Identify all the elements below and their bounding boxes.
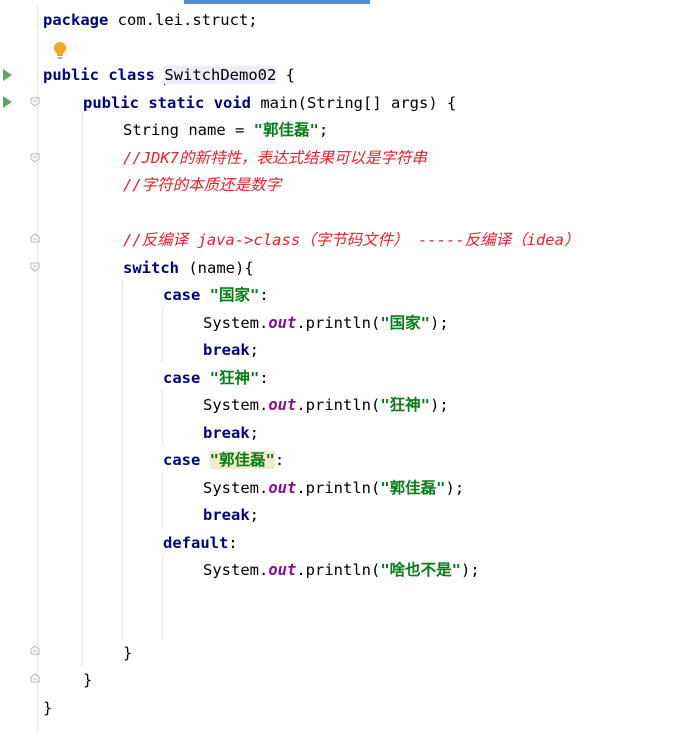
keyword: public (43, 66, 99, 84)
string-literal: "啥也不是" (380, 561, 461, 579)
code-line-println[interactable]: System.out.println("国家"); (203, 310, 449, 336)
code-comment[interactable]: //字符的本质还是数字 (123, 172, 281, 198)
call-end: ); (430, 314, 449, 332)
indent-guide (162, 555, 163, 640)
code-line-break[interactable]: break; (203, 420, 259, 446)
code-line-break[interactable]: break; (203, 502, 259, 528)
code-line-break[interactable]: break; (203, 337, 259, 363)
code-line-class-decl[interactable]: public class SwitchDemo02 { (43, 62, 295, 88)
keyword: case (163, 369, 201, 387)
method-call: .println( (296, 396, 381, 414)
indent-guide (162, 390, 163, 445)
lightbulb-icon[interactable] (53, 41, 67, 61)
switch-expression: (name){ (179, 259, 254, 277)
call-end: ); (461, 561, 480, 579)
keyword: default (163, 534, 229, 552)
fold-marker-icon[interactable] (30, 673, 40, 683)
code-line-println[interactable]: System.out.println("郭佳磊"); (203, 475, 464, 501)
string-literal: "狂神" (209, 369, 260, 387)
string-literal: "郭佳磊" (380, 479, 446, 497)
closing-brace[interactable]: } (123, 640, 132, 666)
code-line-package[interactable]: package com.lei.struct; (43, 7, 258, 33)
editor-gutter[interactable] (0, 4, 38, 734)
keyword: package (43, 11, 109, 29)
fold-marker-icon[interactable] (30, 262, 40, 272)
colon: : (274, 451, 285, 469)
colon: : (228, 534, 238, 552)
code-line-switch[interactable]: switch (name){ (123, 255, 254, 281)
string-literal: "国家" (380, 314, 430, 332)
fold-marker-icon[interactable] (30, 97, 40, 107)
active-tab-indicator (184, 0, 370, 4)
keyword: case (163, 286, 201, 304)
code-line-case[interactable]: case "国家": (163, 282, 269, 308)
code-comment[interactable]: //JDK7的新特性，表达式结果可以是字符串 (123, 145, 427, 171)
colon: : (259, 286, 269, 304)
run-class-icon[interactable] (3, 69, 12, 81)
indent-guide (82, 114, 83, 666)
call-end: ); (445, 479, 465, 497)
semicolon: ; (249, 424, 260, 442)
indent-guide (162, 473, 163, 528)
keyword: void (213, 94, 252, 112)
method-signature: main(String[] args) { (251, 94, 457, 112)
class-ref: System. (203, 396, 269, 414)
class-name[interactable]: SwitchDemo02 (164, 66, 277, 84)
method-call: .println( (296, 479, 381, 497)
class-ref: System. (203, 479, 269, 497)
fold-marker-icon[interactable] (30, 233, 40, 243)
fold-marker-icon[interactable] (30, 153, 40, 163)
code-line-default[interactable]: default: (163, 530, 238, 556)
string-literal: "郭佳磊" (253, 121, 319, 139)
code-line-main-decl[interactable]: public static void main(String[] args) { (83, 90, 456, 116)
static-field: out (268, 561, 297, 579)
static-field: out (268, 396, 297, 414)
string-literal-highlighted: "郭佳磊" (209, 451, 275, 469)
keyword: switch (123, 259, 179, 277)
string-literal: "狂神" (380, 396, 430, 414)
run-main-icon[interactable] (3, 96, 12, 108)
keyword: break (203, 424, 250, 442)
semicolon: ; (249, 506, 260, 524)
semicolon: ; (318, 121, 329, 139)
semicolon: ; (249, 341, 260, 359)
static-field: out (268, 314, 297, 332)
method-call: .println( (296, 314, 381, 332)
declaration-text: String name = (123, 121, 254, 139)
closing-brace[interactable]: } (83, 667, 92, 693)
keyword: break (203, 506, 250, 524)
keyword: class (108, 66, 156, 84)
class-ref: System. (203, 561, 269, 579)
static-field: out (268, 479, 297, 497)
code-line-println[interactable]: System.out.println("狂神"); (203, 392, 449, 418)
code-line-println[interactable]: System.out.println("啥也不是"); (203, 557, 480, 583)
colon: : (259, 369, 269, 387)
call-end: ); (430, 396, 449, 414)
indent-guide (122, 281, 123, 639)
keyword: case (163, 451, 201, 469)
class-ref: System. (203, 314, 269, 332)
code-comment[interactable]: //反编译 java->class（字节码文件） -----反编译（idea） (123, 227, 579, 253)
fold-marker-icon[interactable] (30, 645, 40, 655)
method-call: .println( (296, 561, 381, 579)
keyword: break (203, 341, 250, 359)
string-literal: "国家" (209, 286, 260, 304)
code-line-string-decl[interactable]: String name = "郭佳磊"; (123, 117, 328, 143)
keyword: public (83, 94, 139, 112)
closing-brace[interactable]: } (43, 695, 52, 721)
code-line-case[interactable]: case "狂神": (163, 365, 269, 391)
package-name: com.lei.struct; (108, 11, 258, 29)
brace: { (276, 66, 296, 84)
indent-guide (162, 307, 163, 362)
code-line-case[interactable]: case "郭佳磊": (163, 447, 284, 473)
keyword: static (148, 94, 205, 112)
